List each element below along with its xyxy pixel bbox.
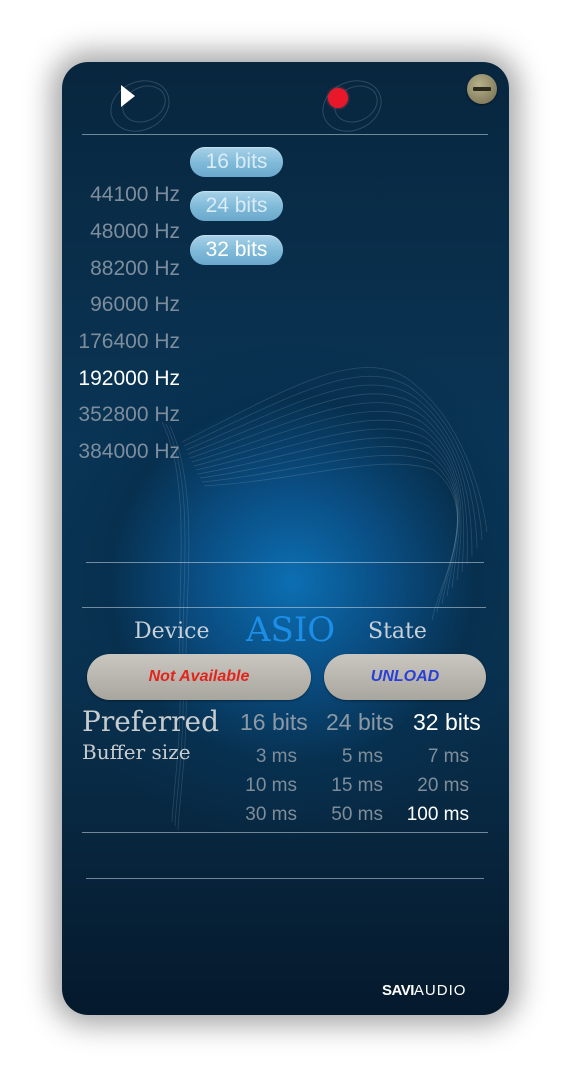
preferred-bits-24[interactable]: 24 bits [326, 709, 394, 736]
buffer-15ms[interactable]: 15 ms [313, 775, 383, 797]
lower-divider-2 [86, 878, 484, 879]
buffer-10ms[interactable]: 10 ms [227, 775, 297, 797]
bits-32-button[interactable]: 32 bits [190, 235, 283, 265]
record-icon[interactable] [328, 88, 348, 108]
buffer-100ms[interactable]: 100 ms [399, 804, 469, 826]
buffer-3ms[interactable]: 3 ms [227, 746, 297, 768]
device-button[interactable]: Not Available [87, 654, 311, 700]
rate-176400[interactable]: 176400 Hz [78, 330, 180, 354]
mid-divider-1 [86, 562, 484, 563]
minimize-icon [473, 87, 491, 91]
rate-88200[interactable]: 88200 Hz [90, 257, 180, 281]
minimize-button[interactable] [467, 74, 497, 104]
buffer-20ms[interactable]: 20 ms [399, 775, 469, 797]
rate-96000[interactable]: 96000 Hz [90, 293, 180, 317]
buffer-30ms[interactable]: 30 ms [227, 804, 297, 826]
savi-audio-logo: SAVIAUDIO [382, 982, 466, 999]
lower-divider-1 [82, 832, 488, 833]
state-label: State [368, 619, 427, 644]
play-icon[interactable] [120, 84, 136, 108]
top-divider [82, 134, 488, 135]
asio-title: ASIO [246, 610, 336, 650]
bits-24-button[interactable]: 24 bits [190, 191, 283, 221]
device-label: Device [134, 619, 210, 644]
buffer-5ms[interactable]: 5 ms [313, 746, 383, 768]
logo-suffix: AUDIO [413, 982, 467, 999]
buffer-50ms[interactable]: 50 ms [313, 804, 383, 826]
state-button[interactable]: UNLOAD [324, 654, 486, 700]
logo-brand: SAVI [382, 982, 414, 999]
preferred-title: Preferred [82, 705, 219, 738]
buffer-size-label: Buffer size [82, 740, 191, 764]
rate-384000[interactable]: 384000 Hz [78, 440, 180, 464]
rate-192000[interactable]: 192000 Hz [78, 367, 180, 391]
mid-divider-2 [82, 607, 486, 608]
buffer-7ms[interactable]: 7 ms [399, 746, 469, 768]
bits-16-button[interactable]: 16 bits [190, 147, 283, 177]
rate-44100[interactable]: 44100 Hz [90, 183, 180, 207]
rate-352800[interactable]: 352800 Hz [78, 403, 180, 427]
rate-48000[interactable]: 48000 Hz [90, 220, 180, 244]
preferred-bits-32[interactable]: 32 bits [413, 709, 481, 736]
preferred-bits-16[interactable]: 16 bits [240, 709, 308, 736]
player-panel: 44100 Hz 48000 Hz 88200 Hz 96000 Hz 1764… [62, 62, 509, 1015]
